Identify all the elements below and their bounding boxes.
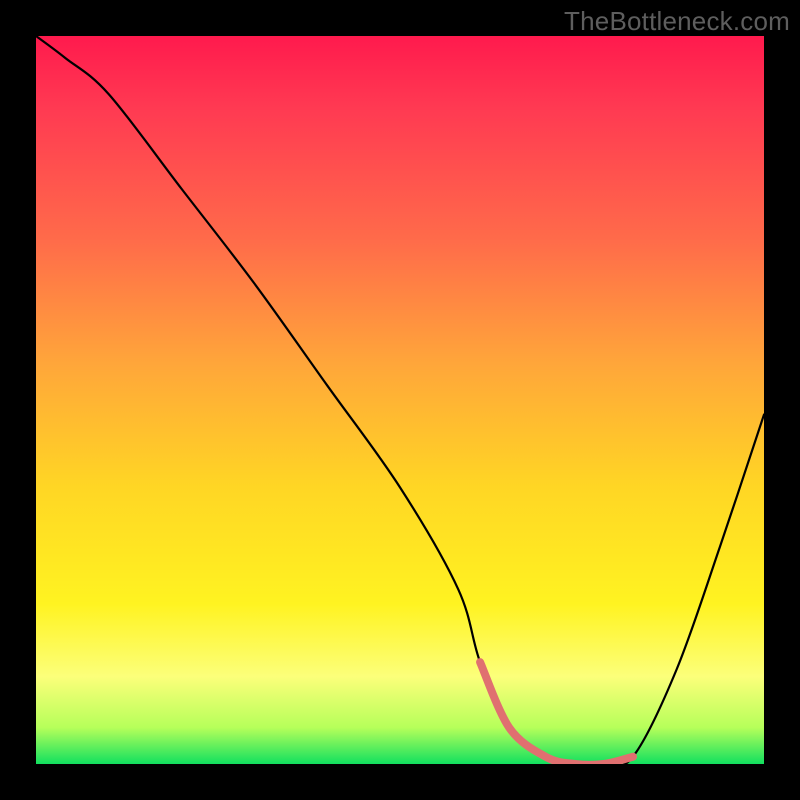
plot-area bbox=[36, 36, 764, 764]
watermark-text: TheBottleneck.com bbox=[564, 6, 790, 37]
curve-layer bbox=[36, 36, 764, 764]
chart-frame: TheBottleneck.com bbox=[0, 0, 800, 800]
series-optimal-range bbox=[480, 662, 633, 764]
series-bottleneck-curve bbox=[36, 36, 764, 764]
